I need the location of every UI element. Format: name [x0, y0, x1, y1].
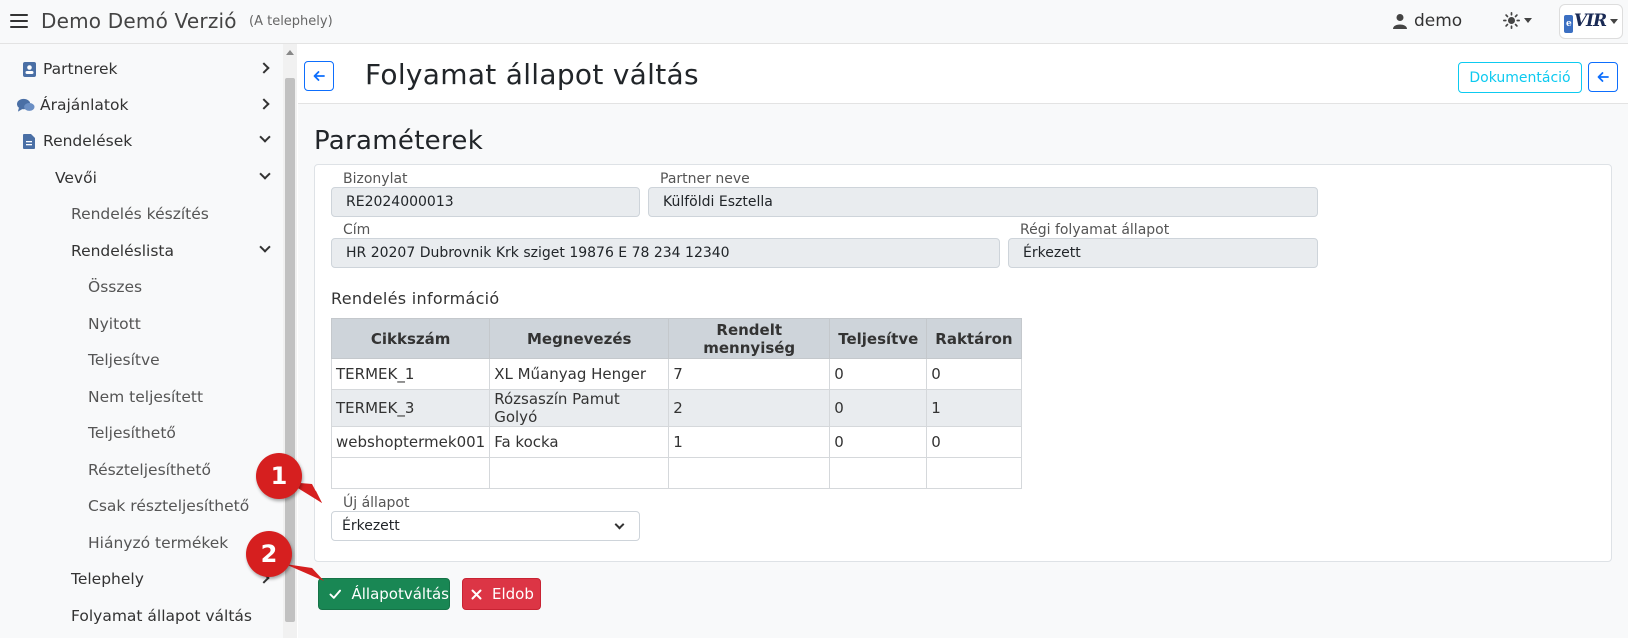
annotation-overlay [285, 482, 324, 581]
annotation-arrow-2 [285, 564, 324, 581]
annotation-badge-1: 1 [256, 453, 302, 499]
annotation-badge-2: 2 [246, 531, 292, 577]
